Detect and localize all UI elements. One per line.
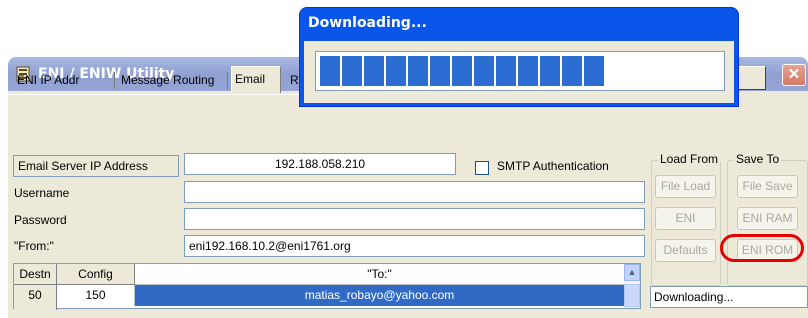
table-row-destn[interactable] (14, 306, 57, 310)
tab-separator (227, 72, 228, 89)
tab-eni-ip-addr[interactable]: ENI IP Addr (14, 69, 82, 91)
tab-email[interactable]: Email (231, 66, 281, 93)
progress-block (452, 56, 472, 86)
eni-ram-button[interactable]: ENI RAM (737, 207, 798, 230)
file-load-button[interactable]: File Load (655, 175, 716, 198)
progress-block (386, 56, 406, 86)
progress-block (584, 56, 604, 86)
save-to-group: Save To File Save ENI RAM ENI ROM (727, 152, 808, 286)
email-server-label: Email Server IP Address (18, 159, 148, 173)
progress-block (408, 56, 428, 86)
progress-block (562, 56, 582, 86)
username-field[interactable] (184, 181, 645, 203)
eni-rom-highlight (720, 234, 804, 262)
table-row-to-selected[interactable]: matias_robayo@yahoo.com (135, 285, 624, 306)
load-eni-button[interactable]: ENI (655, 207, 716, 230)
password-field[interactable] (184, 208, 645, 230)
defaults-button[interactable]: Defaults (655, 239, 716, 262)
recipient-grid: Destn Config "To:" 50 150 matias_robayo@… (13, 263, 641, 310)
progress-block (474, 56, 494, 86)
progress-block (518, 56, 538, 86)
load-from-title: Load From (658, 152, 721, 166)
password-label: Password (14, 213, 67, 227)
scroll-up-icon[interactable]: ▲ (624, 264, 640, 281)
status-bar: Downloading... (650, 286, 808, 308)
save-to-title: Save To (734, 152, 782, 166)
smtp-authentication-checkbox[interactable] (475, 161, 489, 175)
progress-block (540, 56, 560, 86)
smtp-authentication-label: SMTP Authentication (497, 159, 609, 173)
progress-block (496, 56, 516, 86)
progress-block (342, 56, 362, 86)
column-header-to[interactable]: "To:" (135, 264, 624, 285)
tab-separator (114, 72, 115, 89)
grid-scrollbar[interactable]: ▲ (624, 264, 640, 308)
progress-block (364, 56, 384, 86)
dialog-title: Downloading... (308, 15, 427, 31)
scroll-thumb[interactable] (624, 284, 640, 307)
username-label: Username (14, 186, 70, 200)
tab-message-routing[interactable]: Message Routing (118, 69, 217, 91)
load-from-group: Load From File Load ENI Defaults (651, 152, 721, 286)
column-header-destn[interactable]: Destn (14, 264, 57, 285)
progress-block (320, 56, 340, 86)
from-field[interactable]: eni192.168.10.2@eni1761.org (184, 235, 645, 257)
file-save-button[interactable]: File Save (737, 175, 798, 198)
column-header-config[interactable]: Config (57, 264, 135, 285)
downloading-dialog: Downloading... (299, 7, 739, 107)
close-icon: ✕ (787, 66, 801, 83)
table-row-destn[interactable]: 50 (14, 285, 57, 306)
email-server-ip-field[interactable]: 192.188.058.210 (184, 153, 456, 175)
close-button[interactable]: ✕ (782, 64, 806, 86)
progress-block (430, 56, 450, 86)
download-progress-bar (315, 51, 725, 91)
table-row-config[interactable]: 150 (57, 285, 135, 306)
from-label: "From:" (14, 239, 54, 253)
dialog-body (304, 41, 734, 103)
